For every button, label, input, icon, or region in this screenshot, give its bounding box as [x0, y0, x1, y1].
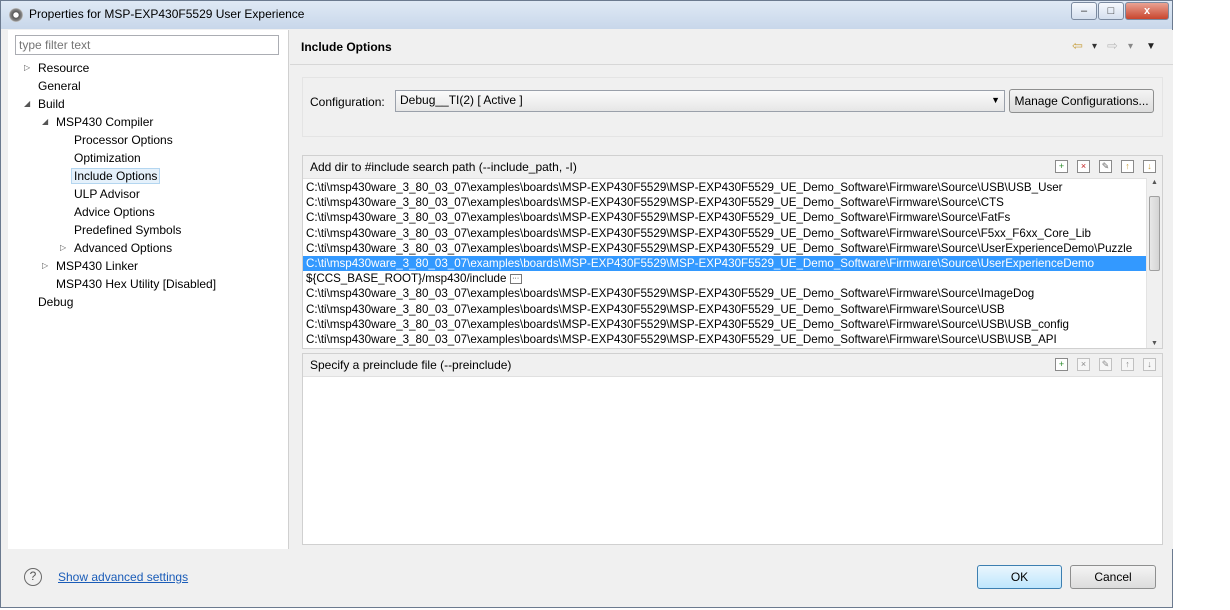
include-path-header: Add dir to #include search path (--inclu… [303, 156, 1162, 179]
preinclude-header: Specify a preinclude file (--preinclude)… [303, 354, 1162, 377]
include-path-panel: Add dir to #include search path (--inclu… [302, 155, 1163, 349]
chevron-down-icon: ▼ [991, 95, 1000, 105]
forward-arrow-icon[interactable]: ⇨ [1107, 38, 1118, 54]
list-item[interactable]: C:\ti\msp430ware_3_80_03_07\examples\boa… [303, 317, 1146, 332]
edit-icon[interactable]: ✎ [1099, 160, 1112, 173]
expand-arrow-icon[interactable]: ▷ [42, 257, 48, 275]
include-path-label: Add dir to #include search path (--inclu… [310, 160, 577, 174]
list-item[interactable]: C:\ti\msp430ware_3_80_03_07\examples\boa… [303, 302, 1146, 317]
cancel-button[interactable]: Cancel [1070, 565, 1156, 589]
list-item-selected[interactable]: C:\ti\msp430ware_3_80_03_07\examples\boa… [303, 255, 1146, 272]
configuration-select[interactable]: Debug__TI(2) [ Active ] ▼ [395, 90, 1005, 112]
sidebar-item-resource[interactable]: ▷ Resource [24, 59, 89, 77]
page-title: Include Options [301, 40, 392, 54]
sidebar-item-include-options[interactable]: Include Options [71, 167, 161, 185]
close-button[interactable]: x [1125, 2, 1169, 20]
scrollbar-thumb[interactable] [1149, 196, 1160, 271]
add-icon[interactable]: + [1055, 358, 1068, 371]
ok-button[interactable]: OK [977, 565, 1062, 589]
dialog-footer: ? Show advanced settings OK Cancel [1, 549, 1172, 607]
sidebar-item-build[interactable]: ◢ Build [24, 95, 65, 113]
add-icon[interactable]: + [1055, 160, 1068, 173]
list-item[interactable]: C:\ti\msp430ware_3_80_03_07\examples\boa… [303, 286, 1146, 301]
expand-arrow-icon[interactable]: ▷ [60, 239, 66, 257]
sidebar-item-msp430-compiler[interactable]: ◢ MSP430 Compiler [42, 113, 153, 131]
list-item[interactable]: C:\ti\msp430ware_3_80_03_07\examples\boa… [303, 210, 1146, 225]
window-title: Properties for MSP-EXP430F5529 User Expe… [29, 7, 305, 21]
minimize-button[interactable]: – [1071, 2, 1097, 20]
configuration-label: Configuration: [310, 95, 385, 109]
main-content: Include Options ⇦ ▾ ⇨ ▾ ▼ Configuration:… [290, 30, 1173, 549]
gear-icon [9, 8, 23, 22]
preinclude-label: Specify a preinclude file (--preinclude) [310, 358, 512, 372]
collapse-arrow-icon[interactable]: ◢ [24, 95, 30, 113]
sidebar-item-debug[interactable]: Debug [38, 293, 73, 311]
list-item[interactable]: C:\ti\msp430ware_3_80_03_07\examples\boa… [303, 180, 1146, 195]
expand-arrow-icon[interactable]: ▷ [24, 59, 30, 77]
list-item[interactable]: C:\ti\msp430ware_3_80_03_07\examples\boa… [303, 332, 1146, 347]
manage-configurations-button[interactable]: Manage Configurations... [1009, 89, 1154, 113]
move-down-icon[interactable]: ↓ [1143, 160, 1156, 173]
move-up-icon: ↑ [1121, 358, 1134, 371]
collapse-arrow-icon[interactable]: ◢ [42, 113, 48, 131]
configuration-value: Debug__TI(2) [ Active ] [400, 93, 523, 107]
properties-dialog: Properties for MSP-EXP430F5529 User Expe… [0, 0, 1173, 608]
divider [290, 64, 1173, 65]
move-up-icon[interactable]: ↑ [1121, 160, 1134, 173]
sidebar-item-msp430-hex-utility[interactable]: MSP430 Hex Utility [Disabled] [56, 275, 216, 293]
edit-icon: ✎ [1099, 358, 1112, 371]
scroll-down-icon[interactable]: ▼ [1151, 340, 1158, 347]
sidebar-item-ulp-advisor[interactable]: ULP Advisor [74, 185, 140, 203]
list-item[interactable]: ${CCS_BASE_ROOT}/msp430/include ··· [303, 271, 1146, 286]
back-arrow-icon[interactable]: ⇦ [1072, 38, 1083, 54]
sidebar-item-advanced-options[interactable]: ▷ Advanced Options [60, 239, 172, 257]
configuration-panel: Configuration: Debug__TI(2) [ Active ] ▼… [302, 77, 1163, 137]
filter-input[interactable] [15, 35, 279, 55]
include-path-list[interactable]: C:\ti\msp430ware_3_80_03_07\examples\boa… [303, 180, 1146, 348]
sidebar-item-processor-options[interactable]: Processor Options [74, 131, 173, 149]
title-bar: Properties for MSP-EXP430F5529 User Expe… [1, 1, 1172, 29]
sidebar-item-optimization[interactable]: Optimization [74, 149, 141, 167]
back-dropdown-icon[interactable]: ▾ [1092, 41, 1097, 52]
sidebar-item-general[interactable]: General [38, 77, 81, 95]
list-item[interactable]: C:\ti\msp430ware_3_80_03_07\examples\boa… [303, 241, 1146, 256]
scroll-up-icon[interactable]: ▲ [1151, 179, 1158, 186]
list-item[interactable]: C:\ti\msp430ware_3_80_03_07\examples\boa… [303, 226, 1146, 241]
sidebar: ▷Resource General ◢Build ◢MSP430 Compile… [8, 30, 289, 549]
list-item[interactable]: C:\ti\msp430ware_3_80_03_07\examples\boa… [303, 195, 1146, 210]
sidebar-item-msp430-linker[interactable]: ▷ MSP430 Linker [42, 257, 138, 275]
view-menu-icon[interactable]: ▼ [1146, 41, 1156, 52]
maximize-button[interactable]: □ [1098, 2, 1124, 20]
delete-icon[interactable]: × [1077, 160, 1090, 173]
ellipsis-icon: ··· [509, 274, 522, 285]
move-down-icon: ↓ [1143, 358, 1156, 371]
delete-icon: × [1077, 358, 1090, 371]
sidebar-item-predefined-symbols[interactable]: Predefined Symbols [74, 221, 181, 239]
show-advanced-settings-link[interactable]: Show advanced settings [58, 570, 188, 584]
help-icon[interactable]: ? [24, 568, 42, 586]
preinclude-panel: Specify a preinclude file (--preinclude)… [302, 353, 1163, 545]
forward-dropdown-icon[interactable]: ▾ [1128, 41, 1133, 52]
vertical-scrollbar[interactable]: ▲ ▼ [1146, 178, 1162, 348]
sidebar-item-advice-options[interactable]: Advice Options [74, 203, 155, 221]
